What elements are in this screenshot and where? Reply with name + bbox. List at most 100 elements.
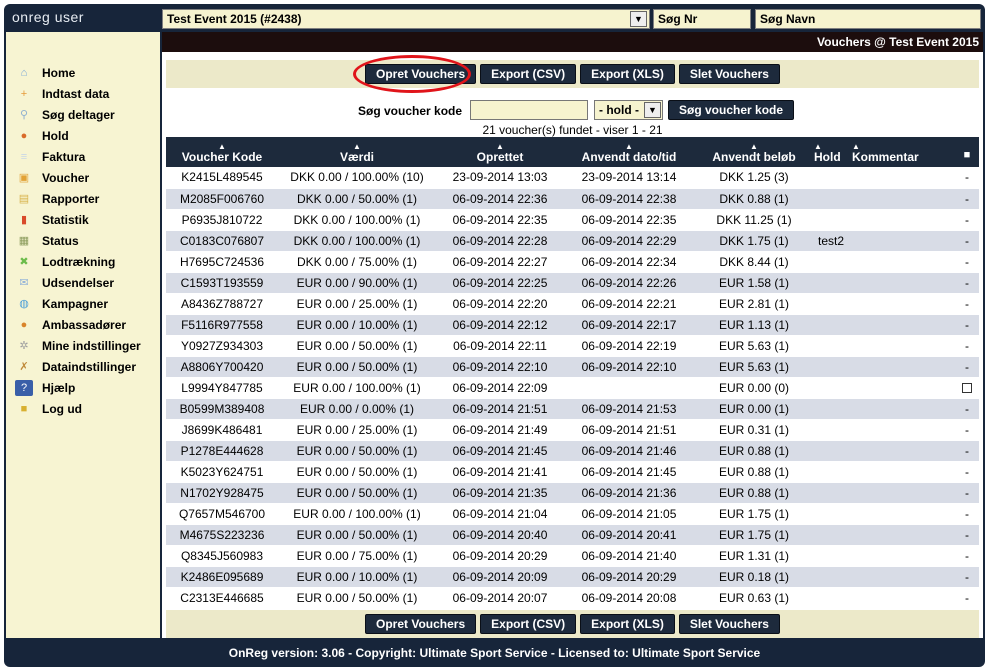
sidebar-item-dataindstillinger[interactable]: ✗ Dataindstillinger [6, 356, 160, 377]
row-action[interactable]: - [955, 419, 979, 441]
voucher-code-input[interactable] [470, 100, 588, 120]
row-action[interactable]: - [955, 209, 979, 231]
export-csv-button[interactable]: Export (CSV) [480, 64, 577, 84]
create-vouchers-button[interactable]: Opret Vouchers [365, 614, 477, 634]
table-row[interactable]: L9994Y847785 EUR 0.00 / 100.00% (1) 06-09-… [166, 377, 979, 399]
export-csv-button[interactable]: Export (CSV) [480, 614, 577, 634]
sidebar-item-indtast-data[interactable]: + Indtast data [6, 83, 160, 104]
select-all-checkbox[interactable]: ■ [964, 149, 971, 161]
search-navn-field[interactable]: Søg Navn [755, 9, 981, 29]
row-action[interactable]: - [955, 188, 979, 210]
row-action[interactable]: - [955, 335, 979, 357]
table-row[interactable]: B0599M389408 EUR 0.00 / 0.00% (1) 06-09-20… [166, 398, 979, 420]
invoice-icon: ≡ [20, 150, 28, 163]
row-action[interactable]: - [955, 461, 979, 483]
table-row[interactable]: P6935J810722 DKK 0.00 / 100.00% (1) 06-09-… [166, 209, 979, 231]
row-action[interactable]: - [955, 356, 979, 378]
chevron-down-icon[interactable]: ▼ [644, 102, 661, 118]
table-row[interactable]: H7695C724536 DKK 0.00 / 75.00% (1) 06-09-2… [166, 251, 979, 273]
table-row[interactable]: A8806Y700420 EUR 0.00 / 50.00% (1) 06-09-2… [166, 356, 979, 378]
sidebar-item-udsendelser[interactable]: ✉ Udsendelser [6, 272, 160, 293]
sidebar-item-rapporter[interactable]: ▤ Rapporter [6, 188, 160, 209]
table-cell: 06-09-2014 22:17 [564, 314, 694, 336]
table-row[interactable]: M2085F006760 DKK 0.00 / 50.00% (1) 06-09-2… [166, 188, 979, 210]
sidebar-item-voucher[interactable]: ▣ Voucher [6, 167, 160, 188]
select-all-header[interactable]: ■ [955, 137, 979, 167]
export-xls-button[interactable]: Export (XLS) [580, 64, 675, 84]
table-row[interactable]: J8699K486481 EUR 0.00 / 25.00% (1) 06-09-2… [166, 419, 979, 441]
row-checkbox[interactable] [955, 377, 979, 399]
app-brand: onreg user [12, 9, 84, 25]
table-row[interactable]: K5023Y624751 EUR 0.00 / 50.00% (1) 06-09-2… [166, 461, 979, 483]
sidebar-item-hjælp[interactable]: ? Hjælp [6, 377, 160, 398]
table-cell: K5023Y624751 [166, 461, 278, 483]
row-action[interactable]: - [955, 440, 979, 462]
table-cell: 06-09-2014 20:40 [436, 524, 564, 546]
row-action[interactable]: - [955, 566, 979, 588]
table-cell [814, 314, 852, 336]
export-xls-button[interactable]: Export (XLS) [580, 614, 675, 634]
column-header[interactable]: ▲ Oprettet [436, 137, 564, 167]
sidebar-item-home[interactable]: ⌂ Home [6, 62, 160, 83]
sidebar-item-status[interactable]: ▦ Status [6, 230, 160, 251]
table-cell: F5116R977558 [166, 314, 278, 336]
row-action[interactable]: - [955, 314, 979, 336]
event-select[interactable]: Test Event 2015 (#2438) ▼ [162, 9, 650, 29]
table-row[interactable]: A8436Z788727 EUR 0.00 / 25.00% (1) 06-09-2… [166, 293, 979, 315]
column-header[interactable]: ▲ Kommentar [852, 137, 955, 167]
column-header[interactable]: ▲ Værdi [278, 137, 436, 167]
row-action[interactable]: - [955, 503, 979, 525]
column-header[interactable]: ▲ Anvendt beløb [694, 137, 814, 167]
sidebar-item-mine-indstillinger[interactable]: ✲ Mine indstillinger [6, 335, 160, 356]
table-row[interactable]: P1278E444628 EUR 0.00 / 50.00% (1) 06-09-2… [166, 440, 979, 462]
app-frame: onreg user Test Event 2015 (#2438) ▼ Søg… [4, 4, 985, 667]
sidebar-item-lodtrækning[interactable]: ✖ Lodtrækning [6, 251, 160, 272]
table-cell: EUR 0.00 (1) [694, 398, 814, 420]
voucher-table: ▲ Voucher Kode ▲ Værdi ▲ Oprettet ▲ Anvendt dat… [166, 137, 979, 609]
column-header[interactable]: ▲ Voucher Kode [166, 137, 278, 167]
table-row[interactable]: K2486E095689 EUR 0.00 / 10.00% (1) 06-09-2… [166, 566, 979, 588]
table-cell [814, 251, 852, 273]
sidebar-item-log-ud[interactable]: ■ Log ud [6, 398, 160, 419]
table-cell: 06-09-2014 21:04 [436, 503, 564, 525]
search-voucher-button[interactable]: Søg voucher kode [668, 100, 795, 120]
search-nr-field[interactable]: Søg Nr [653, 9, 751, 29]
row-action[interactable]: - [955, 398, 979, 420]
table-cell [814, 461, 852, 483]
sidebar-item-ambassadører[interactable]: ● Ambassadører [6, 314, 160, 335]
delete-vouchers-button[interactable]: Slet Vouchers [678, 614, 780, 634]
row-action[interactable]: - [955, 167, 979, 189]
row-action[interactable]: - [955, 545, 979, 567]
chevron-down-icon[interactable]: ▼ [630, 11, 647, 27]
table-row[interactable]: Y0927Z934303 EUR 0.00 / 50.00% (1) 06-09-2… [166, 335, 979, 357]
table-row[interactable]: C1593T193559 EUR 0.00 / 90.00% (1) 06-09-2… [166, 272, 979, 294]
row-action[interactable]: - [955, 293, 979, 315]
table-row[interactable]: F5116R977558 EUR 0.00 / 10.00% (1) 06-09-2… [166, 314, 979, 336]
column-header[interactable]: ▲ Hold [814, 137, 852, 167]
row-action[interactable]: - [955, 587, 979, 609]
table-row[interactable]: Q7657M546700 EUR 0.00 / 100.00% (1) 06-09-… [166, 503, 979, 525]
delete-vouchers-button[interactable]: Slet Vouchers [678, 64, 780, 84]
table-row[interactable]: C0183C076807 DKK 0.00 / 100.00% (1) 06-09-… [166, 230, 979, 252]
table-cell: 06-09-2014 22:20 [436, 293, 564, 315]
row-action[interactable]: - [955, 230, 979, 252]
checkbox-icon[interactable] [962, 383, 972, 394]
sidebar-item-kampagner[interactable]: ◍ Kampagner [6, 293, 160, 314]
table-row[interactable]: C2313E446685 EUR 0.00 / 50.00% (1) 06-09-2… [166, 587, 979, 609]
row-action[interactable]: - [955, 272, 979, 294]
hold-select[interactable]: - hold - ▼ [594, 100, 663, 120]
sidebar-item-søg-deltager[interactable]: ⚲ Søg deltager [6, 104, 160, 125]
table-row[interactable]: N1702Y928475 EUR 0.00 / 50.00% (1) 06-09-2… [166, 482, 979, 504]
row-action[interactable]: - [955, 482, 979, 504]
row-action[interactable]: - [955, 524, 979, 546]
table-row[interactable]: Q8345J560983 EUR 0.00 / 75.00% (1) 06-09-2… [166, 545, 979, 567]
table-row[interactable]: K2415L489545 DKK 0.00 / 100.00% (10) 23-09… [166, 167, 979, 189]
table-row[interactable]: M4675S223236 EUR 0.00 / 50.00% (1) 06-09-2… [166, 524, 979, 546]
column-header[interactable]: ▲ Anvendt dato/tid [564, 137, 694, 167]
sidebar-item-faktura[interactable]: ≡ Faktura [6, 146, 160, 167]
sidebar-item-hold[interactable]: ● Hold [6, 125, 160, 146]
sidebar: ⌂ Home + Indtast data ⚲ Søg deltager ● Hold ≡ Fak… [6, 32, 160, 638]
table-cell: 06-09-2014 22:34 [564, 251, 694, 273]
row-action[interactable]: - [955, 251, 979, 273]
sidebar-item-statistik[interactable]: ▮ Statistik [6, 209, 160, 230]
